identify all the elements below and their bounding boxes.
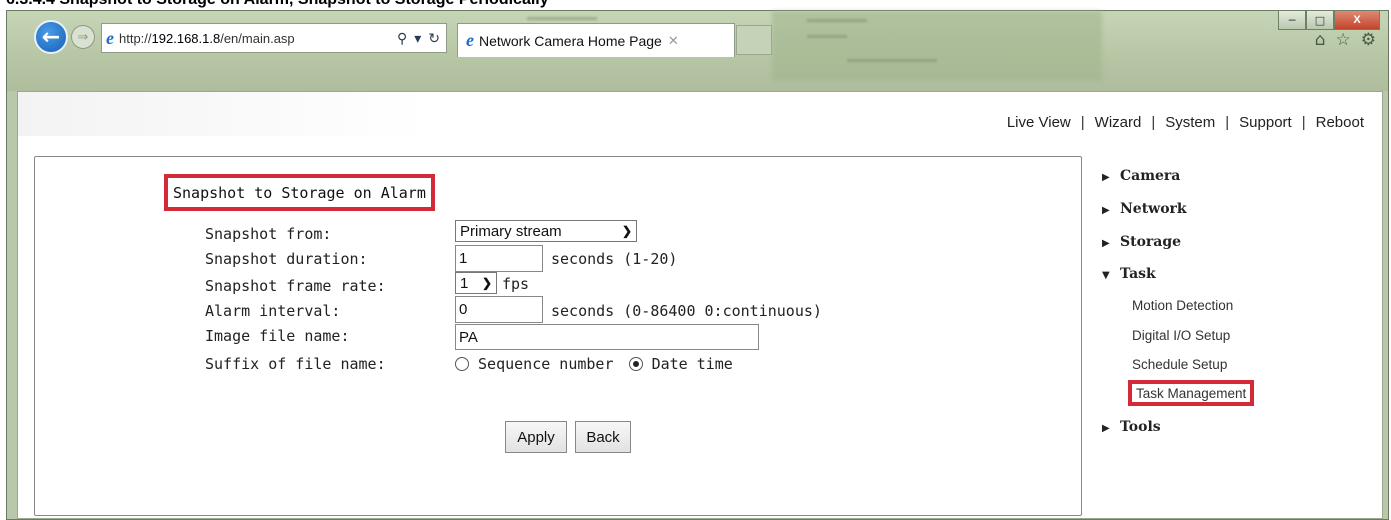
menu-network-label: Network xyxy=(1120,201,1187,217)
tab-title: Network Camera Home Page xyxy=(479,32,662,49)
snapshot-duration-input[interactable]: 1 xyxy=(455,245,543,272)
maximize-button[interactable]: □ xyxy=(1306,10,1334,30)
address-bar[interactable]: e http://192.168.1.8/en/main.asp ⚲ ▾ ↻ xyxy=(101,23,447,53)
nav-separator: | xyxy=(1080,114,1085,131)
snapshot-from-label: Snapshot from: xyxy=(205,225,332,243)
snapshot-frame-rate-label: Snapshot frame rate: xyxy=(205,277,386,295)
panel-title: Snapshot to Storage on Alarm xyxy=(164,174,435,211)
top-navigation: Live View | Wizard | System | Support | … xyxy=(1007,114,1364,131)
submenu-task-management[interactable]: Task Management xyxy=(1128,380,1255,406)
snapshot-from-select[interactable]: Primary stream ❯ xyxy=(455,220,637,242)
refresh-icon[interactable]: ↻ xyxy=(428,30,440,47)
suffix-of-file-name-label: Suffix of file name: xyxy=(205,355,386,373)
frame-rate-value: 1 xyxy=(460,274,469,292)
tab-close-icon[interactable]: ✕ xyxy=(668,33,679,49)
blurred-background-text xyxy=(527,17,597,20)
frame-rate-unit: fps xyxy=(502,275,530,293)
menu-tools[interactable]: ▶ Tools xyxy=(1102,419,1161,435)
date-time-radio[interactable] xyxy=(628,357,643,371)
menu-camera-label: Camera xyxy=(1120,168,1181,184)
nav-reboot[interactable]: Reboot xyxy=(1316,114,1364,131)
submenu-motion-detection[interactable]: Motion Detection xyxy=(1132,298,1233,313)
minimize-button[interactable]: ─ xyxy=(1278,10,1306,30)
browser-window: ─ □ X ← ⇒ e http://192.168.1.8/en/main.a… xyxy=(6,10,1389,520)
image-file-name-label: Image file name: xyxy=(205,327,350,345)
alarm-interval-input[interactable]: 0 xyxy=(455,296,543,323)
submenu-digital-io-setup[interactable]: Digital I/O Setup xyxy=(1132,328,1230,343)
browser-tab[interactable]: e Network Camera Home Page ✕ xyxy=(457,23,735,57)
browser-toolbar-icons: ⌂ ☆ ⚙ xyxy=(1315,30,1376,50)
document-heading: 6.3.4.4 Snapshot to Storage on Alarm, Sn… xyxy=(6,0,549,9)
arrow-left-icon: ← xyxy=(41,24,61,50)
caret-right-icon: ▶ xyxy=(1102,423,1110,434)
home-icon[interactable]: ⌂ xyxy=(1315,30,1326,50)
address-url-prefix: http:// xyxy=(119,30,152,46)
chevron-down-icon: ❯ xyxy=(621,224,632,238)
alarm-interval-label: Alarm interval: xyxy=(205,302,341,320)
menu-tools-label: Tools xyxy=(1120,419,1161,435)
nav-separator: | xyxy=(1151,114,1156,131)
forward-button[interactable]: ⇒ xyxy=(71,25,95,49)
new-tab-button[interactable] xyxy=(736,25,772,55)
nav-separator: | xyxy=(1225,114,1230,131)
blurred-background-text xyxy=(807,19,867,22)
submenu-schedule-setup[interactable]: Schedule Setup xyxy=(1132,357,1227,372)
caret-right-icon: ▶ xyxy=(1102,238,1110,249)
sequence-number-radio[interactable] xyxy=(455,357,469,371)
snapshot-duration-hint: seconds (1-20) xyxy=(551,250,678,268)
menu-storage[interactable]: ▶ Storage xyxy=(1102,234,1181,250)
sequence-number-label[interactable]: Sequence number xyxy=(478,355,613,373)
star-icon[interactable]: ☆ xyxy=(1336,30,1351,50)
menu-network[interactable]: ▶ Network xyxy=(1102,201,1187,217)
apply-button[interactable]: Apply xyxy=(505,421,567,453)
search-icon[interactable]: ⚲ xyxy=(397,30,407,47)
window-controls: ─ □ X xyxy=(1278,10,1380,30)
date-time-label[interactable]: Date time xyxy=(652,355,733,373)
blurred-background-text xyxy=(847,59,937,62)
arrow-right-icon: ⇒ xyxy=(77,29,89,45)
menu-task-label: Task xyxy=(1120,266,1156,282)
back-button[interactable]: ← xyxy=(34,20,68,54)
suffix-radio-group: Sequence number Date time xyxy=(455,355,733,373)
menu-task[interactable]: ▼ Task xyxy=(1102,266,1156,282)
nav-system[interactable]: System xyxy=(1165,114,1215,131)
back-button-form[interactable]: Back xyxy=(575,421,631,453)
address-url-path: /en/main.asp xyxy=(220,30,295,46)
caret-right-icon: ▶ xyxy=(1102,205,1110,216)
settings-panel: Snapshot to Storage on Alarm Snapshot fr… xyxy=(34,156,1082,516)
nav-support[interactable]: Support xyxy=(1239,114,1292,131)
blurred-background-text xyxy=(807,35,847,38)
frame-rate-select[interactable]: 1 ❯ xyxy=(455,272,497,294)
close-button[interactable]: X xyxy=(1334,10,1380,30)
snapshot-from-value: Primary stream xyxy=(460,222,562,240)
address-url-host: 192.168.1.8 xyxy=(151,30,221,46)
nav-live-view[interactable]: Live View xyxy=(1007,114,1071,131)
alarm-interval-hint: seconds (0-86400 0:continuous) xyxy=(551,302,822,320)
gear-icon[interactable]: ⚙ xyxy=(1361,30,1376,50)
nav-wizard[interactable]: Wizard xyxy=(1095,114,1142,131)
ie-logo-icon: e xyxy=(466,30,474,50)
menu-camera[interactable]: ▶ Camera xyxy=(1102,168,1180,184)
image-file-name-input[interactable]: PA xyxy=(455,324,759,350)
caret-right-icon: ▶ xyxy=(1102,172,1110,183)
chevron-down-icon: ❯ xyxy=(481,276,492,290)
page-content: Live View | Wizard | System | Support | … xyxy=(17,91,1383,519)
caret-down-icon: ▼ xyxy=(1102,270,1110,281)
ie-logo-icon: e xyxy=(106,27,114,48)
snapshot-duration-label: Snapshot duration: xyxy=(205,250,368,268)
nav-separator: | xyxy=(1301,114,1306,131)
menu-storage-label: Storage xyxy=(1120,234,1182,250)
dropdown-icon[interactable]: ▾ xyxy=(414,30,421,47)
address-tools: ⚲ ▾ ↻ xyxy=(397,30,440,47)
